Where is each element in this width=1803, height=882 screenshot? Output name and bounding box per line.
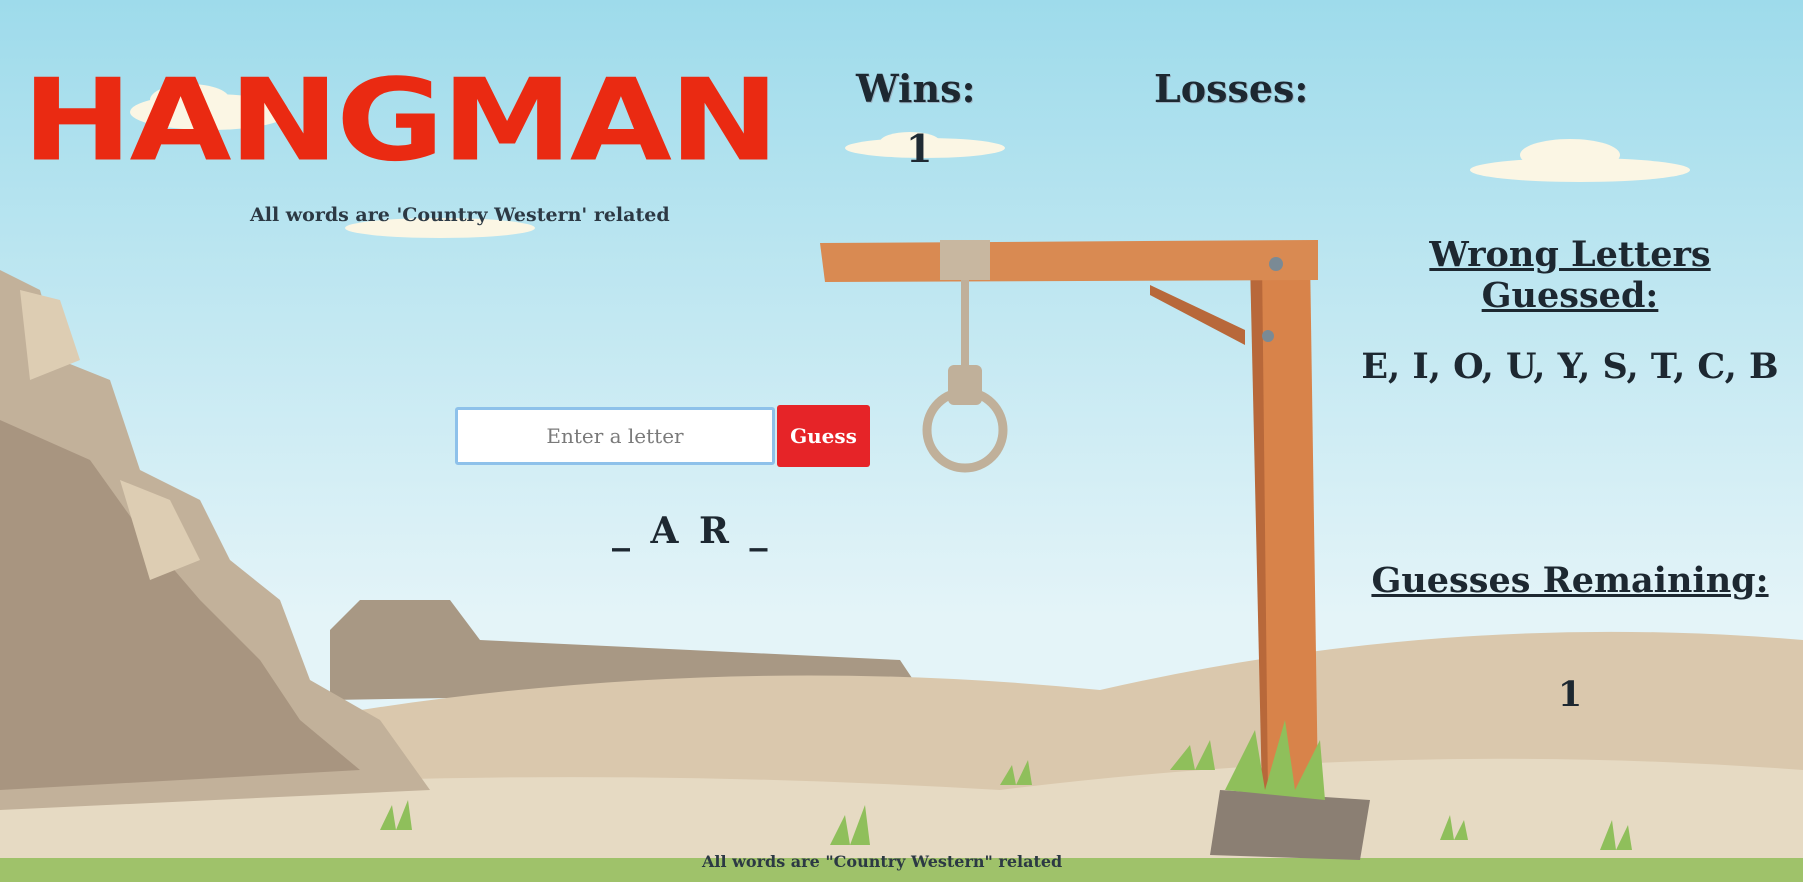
wrong-letters-list: E, I, O, U, Y, S, T, C, B: [1361, 346, 1779, 387]
guesses-remaining-heading: Guesses Remaining:: [1371, 560, 1769, 601]
letter-input[interactable]: [455, 407, 775, 465]
guess-form: Guess: [455, 405, 870, 467]
wrong-letters-heading: Wrong Letters Guessed:: [1429, 234, 1711, 316]
footer-note: All words are "Country Western" related: [702, 852, 1063, 871]
category-subtitle: All words are 'Country Western' related: [250, 204, 670, 226]
wins-label: Wins:: [856, 66, 976, 111]
hangman-logo: HANGMAN: [22, 54, 779, 187]
guess-button[interactable]: Guess: [777, 405, 870, 467]
guesses-remaining-count: 1: [1557, 674, 1583, 715]
losses-label: Losses:: [1154, 66, 1309, 111]
word-display: _ A R _: [612, 510, 772, 552]
wins-count: 1: [906, 126, 933, 171]
